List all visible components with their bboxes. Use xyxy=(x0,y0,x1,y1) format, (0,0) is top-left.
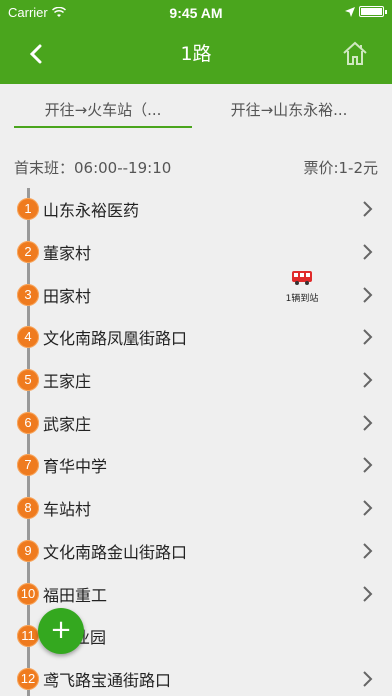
status-time: 9:45 AM xyxy=(169,5,223,21)
bus-icon xyxy=(292,271,312,285)
service-hours: 首末班：06:00--19:10 xyxy=(14,159,172,177)
stop-name: 武家庄 xyxy=(43,414,92,434)
stop-item-2[interactable]: 2 董家村 xyxy=(0,231,392,274)
stop-number-badge: 12 xyxy=(17,667,39,690)
stop-item-8[interactable]: 8 车站村 xyxy=(0,487,392,530)
chevron-right-icon xyxy=(363,372,373,388)
stop-name: 鸢飞路宝通街路口 xyxy=(43,670,172,690)
stop-item-4[interactable]: 4 文化南路凤凰街路口 xyxy=(0,316,392,359)
stop-number-badge: 7 xyxy=(17,454,39,477)
stop-number-badge: 3 xyxy=(17,283,39,306)
chevron-right-icon xyxy=(363,585,373,602)
stop-item-5[interactable]: 5 王家庄 xyxy=(0,359,392,402)
stop-item-12[interactable]: 12 鸢飞路宝通街路口 xyxy=(0,658,392,696)
stop-name: 车站村 xyxy=(43,500,92,520)
chevron-right-icon xyxy=(363,671,373,687)
chevron-right-icon xyxy=(363,201,373,218)
status-bar: Carrier 9:45 AM xyxy=(0,0,392,26)
bus-arrival-caption: 1辆到站 xyxy=(285,294,319,304)
bus-arrival-indicator: 1辆到站 xyxy=(272,270,332,304)
add-button[interactable]: + xyxy=(38,608,84,654)
top-bar: Carrier 9:45 AM 1路 xyxy=(0,0,392,84)
stop-number-badge: 2 xyxy=(17,241,39,264)
stop-number-badge: 9 xyxy=(17,539,39,562)
chevron-right-icon xyxy=(363,500,373,516)
stop-number-badge: 10 xyxy=(17,582,39,605)
stop-name: 文化南路金山街路口 xyxy=(43,542,188,562)
home-button[interactable] xyxy=(340,38,370,68)
status-right xyxy=(345,6,387,17)
battery-icon xyxy=(359,6,387,17)
stop-name: 育华中学 xyxy=(43,457,108,477)
stop-item-3[interactable]: 3 田家村 xyxy=(0,273,392,316)
stop-item-7[interactable]: 7 育华中学 xyxy=(0,444,392,487)
stop-item-1[interactable]: 1 山东永裕医药 xyxy=(0,188,392,231)
route-info: 首末班：06:00--19:10 票价:1-2元 xyxy=(0,136,392,182)
tab-direction-1[interactable]: 开往→火车站（... xyxy=(10,84,196,136)
stop-number-badge: 5 xyxy=(17,369,39,392)
direction-tabs: 开往→火车站（... 开往→山东永裕... xyxy=(0,84,392,136)
stop-number-badge: 11 xyxy=(17,625,39,648)
fare: 票价:1-2元 xyxy=(303,159,378,177)
tab-label: 开往→山东永裕... xyxy=(230,101,348,119)
stop-number-badge: 1 xyxy=(17,198,39,221)
chevron-right-icon xyxy=(363,329,373,346)
tab-direction-2[interactable]: 开往→山东永裕... xyxy=(196,84,382,136)
stop-name: 董家村 xyxy=(43,244,92,264)
stop-name: 文化南路凤凰街路口 xyxy=(43,329,188,349)
stop-number-badge: 6 xyxy=(17,411,39,434)
stop-name: 福田重工 xyxy=(43,585,108,605)
stop-name: 田家村 xyxy=(43,286,92,306)
stop-number-badge: 8 xyxy=(17,497,39,520)
chevron-right-icon xyxy=(363,287,373,303)
location-arrow-icon xyxy=(345,6,355,17)
stop-name: 山东永裕医药 xyxy=(43,201,140,221)
stop-item-9[interactable]: 9 文化南路金山街路口 xyxy=(0,530,392,573)
chevron-right-icon xyxy=(363,244,373,260)
nav-bar: 1路 xyxy=(0,26,392,84)
tab-label: 开往→火车站（... xyxy=(44,101,162,119)
chevron-right-icon xyxy=(363,457,373,474)
page-title: 1路 xyxy=(180,43,212,65)
stop-number-badge: 4 xyxy=(17,326,39,349)
stop-item-6[interactable]: 6 武家庄 xyxy=(0,401,392,444)
stop-name: 王家庄 xyxy=(43,372,92,392)
home-icon xyxy=(343,41,367,65)
chevron-right-icon xyxy=(363,543,373,559)
chevron-right-icon xyxy=(363,415,373,431)
